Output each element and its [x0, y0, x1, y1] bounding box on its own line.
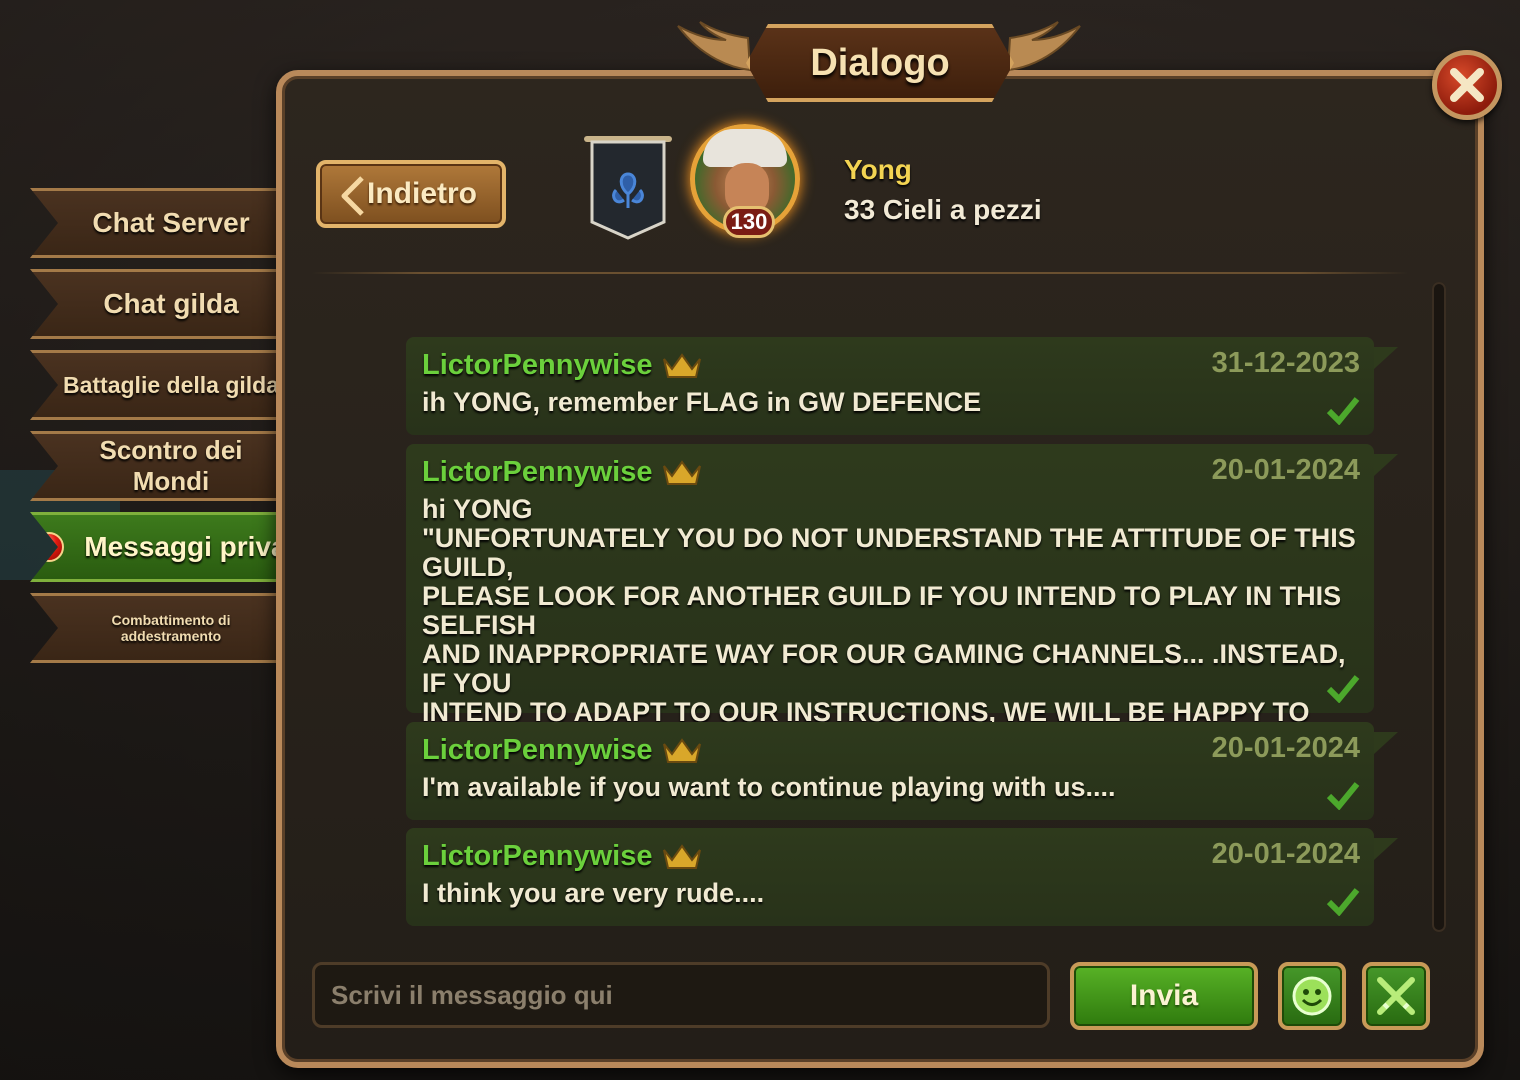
- message-date: 20-01-2024: [1211, 732, 1360, 764]
- tab-combattimento-addestramento[interactable]: Combattimento di addestramento: [30, 593, 282, 663]
- check-icon: [1326, 675, 1360, 703]
- guild-banner-icon: [584, 136, 672, 240]
- message-text: ih YONG, remember FLAG in GW DEFENCE: [422, 387, 982, 417]
- check-icon: [1326, 397, 1360, 425]
- message-item: LictorPennywise 31-12-2023 ih YONG, reme…: [406, 337, 1398, 435]
- crown-icon: [663, 737, 702, 763]
- message-item: LictorPennywise 20-01-2024 hi YONG "UNFO…: [406, 444, 1398, 814]
- header-divider: [312, 272, 1408, 274]
- tab-label: Chat gilda: [103, 288, 239, 319]
- tab-label: Battaglie della gilda: [63, 371, 279, 398]
- send-button[interactable]: Invia: [1070, 962, 1258, 1030]
- crown-icon: [663, 843, 702, 869]
- avatar-hat: [703, 129, 787, 167]
- tab-label: Combattimento di addestramento: [111, 612, 231, 644]
- message-item: LictorPennywise 20-01-2024 I think you a…: [406, 828, 1398, 926]
- wing-right-icon: [1006, 21, 1081, 72]
- check-icon: [1326, 782, 1360, 810]
- tab-chat-gilda[interactable]: Chat gilda: [30, 269, 282, 339]
- message-sender[interactable]: LictorPennywise: [422, 840, 652, 873]
- message-input[interactable]: Scrivi il messaggio qui: [312, 962, 1050, 1028]
- message-sender[interactable]: LictorPennywise: [422, 456, 652, 489]
- wing-left-icon: [677, 21, 752, 72]
- message-date: 31-12-2023: [1211, 347, 1360, 379]
- tab-label: Messaggi privati: [84, 531, 304, 562]
- crown-icon: [663, 352, 702, 378]
- send-button-label: Invia: [1129, 979, 1199, 1012]
- user-name: Yong: [844, 154, 912, 185]
- user-guild: 33 Cieli a pezzi: [844, 194, 1042, 225]
- message-date: 20-01-2024: [1211, 838, 1360, 870]
- battle-button[interactable]: [1362, 962, 1430, 1030]
- chevron-left-icon: [341, 176, 364, 216]
- tab-chat-server[interactable]: Chat Server: [30, 188, 282, 258]
- message-sender[interactable]: LictorPennywise: [422, 349, 652, 382]
- close-button[interactable]: [1432, 50, 1502, 120]
- messages-scrollbar[interactable]: [1432, 282, 1446, 932]
- window-title: Dialogo: [810, 41, 950, 84]
- tab-scontro-mondi[interactable]: Scontro dei Mondi: [30, 431, 282, 501]
- window-title-plate: Dialogo: [746, 24, 1014, 102]
- crossed-swords-icon: [1377, 977, 1415, 1015]
- message-text: I'm available if you want to continue pl…: [422, 772, 1116, 802]
- back-button[interactable]: Indietro: [316, 160, 506, 228]
- message-sender[interactable]: LictorPennywise: [422, 734, 652, 767]
- smiley-icon: [1292, 976, 1332, 1016]
- message-item: LictorPennywise 20-01-2024 I'm available…: [406, 722, 1398, 820]
- tab-battaglie-gilda[interactable]: Battaglie della gilda: [30, 350, 282, 420]
- message-text: I think you are very rude....: [422, 878, 765, 908]
- emoji-button[interactable]: [1278, 962, 1346, 1030]
- tab-label: Chat Server: [92, 207, 250, 238]
- tab-messaggi-privati[interactable]: Messaggi privati: [30, 512, 312, 582]
- close-icon: [1450, 68, 1484, 102]
- level-badge: 130: [723, 206, 775, 238]
- check-icon: [1326, 888, 1360, 916]
- message-date: 20-01-2024: [1211, 454, 1360, 486]
- tab-label: Scontro dei Mondi: [99, 435, 243, 496]
- crown-icon: [663, 459, 702, 485]
